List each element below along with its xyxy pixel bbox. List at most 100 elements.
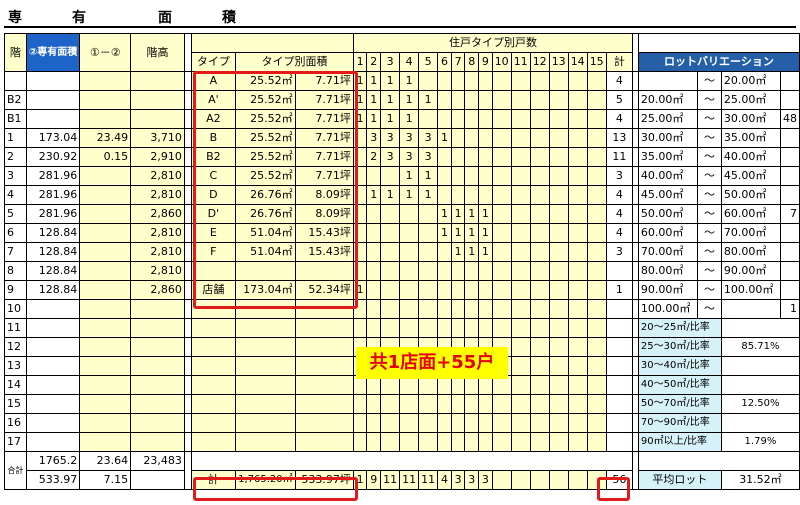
unit-count-cell: [510, 280, 531, 300]
unit-count-cell: [529, 147, 550, 167]
floor-height-value: [130, 375, 185, 395]
type-total: [605, 261, 634, 281]
title-char: 積: [222, 10, 236, 26]
ratio-value: [720, 318, 800, 338]
floor-height-header: 階高: [130, 33, 185, 72]
unit-count-cell: [478, 261, 493, 281]
separator-cell: [183, 242, 192, 262]
callout-label: 共1店面+55户: [356, 347, 508, 379]
difference-value: [79, 261, 132, 281]
unit-count-cell: 1: [464, 223, 480, 243]
floor-height-value: 2,810: [130, 242, 185, 262]
unit-count-cell: [491, 223, 512, 243]
unit-count-cell: [437, 261, 452, 281]
unit-count-cell: [510, 261, 531, 281]
unit-count-cell: [567, 356, 588, 376]
blank-cell: [130, 470, 185, 490]
lot-range-tilde: ～: [697, 204, 722, 224]
unit-count-cell: [450, 413, 466, 433]
type-area-header: タイプ別面積: [235, 52, 354, 72]
unit-count-cell: [548, 299, 569, 319]
unit-count-cell: [491, 71, 512, 91]
unit-count-cell: [529, 109, 550, 129]
unit-count-cell: [352, 242, 368, 262]
unit-count-cell: [548, 432, 569, 452]
unit-count-cell: [529, 204, 550, 224]
unit-count-cell: [548, 242, 569, 262]
unit-count-cell: [399, 204, 420, 224]
unit-count-cell: 1: [380, 90, 401, 110]
unit-count-cell: [437, 413, 452, 433]
unit-count-cell: [418, 223, 439, 243]
unit-count-cell: [529, 128, 550, 148]
unit-count-cell: [548, 185, 569, 205]
type-area-sqm: [235, 413, 296, 433]
difference-value: [79, 204, 132, 224]
unit-count-cell: [548, 71, 569, 91]
type-area-tsubo: 7.71坪: [294, 147, 354, 167]
separator-cell: [183, 71, 192, 91]
separator-cell: [183, 185, 192, 205]
unit-count-cell: [450, 280, 466, 300]
unit-count-cell: [437, 185, 452, 205]
exclusive-area-value: 128.84: [25, 242, 81, 262]
unit-count-cell: [510, 413, 531, 433]
floor-label: 6: [4, 223, 27, 243]
unit-count-cell: [437, 432, 452, 452]
column-number-header: 1: [352, 52, 368, 72]
unit-count-cell: [418, 204, 439, 224]
floor-height-value: 2,810: [130, 223, 185, 243]
type-area-tsubo: 52.34坪: [294, 280, 354, 300]
lot-range-count: [779, 147, 800, 167]
unit-count-cell: [450, 185, 466, 205]
unit-count-cell: 1: [437, 204, 452, 224]
type-area-sqm: [235, 432, 296, 452]
type-name: [190, 356, 237, 376]
type-total: [605, 299, 634, 319]
lot-variation-header: ロットバリエーション: [637, 52, 800, 72]
ratio-value: 12.50%: [720, 394, 800, 414]
lot-range-tilde: ～: [697, 299, 722, 319]
unit-count-cell: [464, 166, 480, 186]
column-number-header: 3: [380, 52, 401, 72]
unit-count-cell: [548, 337, 569, 357]
lot-range-tilde: ～: [697, 109, 722, 129]
type-area-tsubo: 7.71坪: [294, 90, 354, 110]
sheet-title: 専 有 面 積: [4, 6, 796, 28]
ratio-label: 50～70㎡/比率: [637, 394, 722, 414]
lot-range-count: [779, 280, 800, 300]
type-area-tsubo: 8.09坪: [294, 204, 354, 224]
lot-range-count: 1: [779, 299, 800, 319]
unit-count-cell: [510, 223, 531, 243]
unit-count-cell: [380, 299, 401, 319]
lot-range-count: [779, 71, 800, 91]
separator-cell: [183, 90, 192, 110]
column-total-cell: [491, 470, 512, 490]
column-total-cell: 3: [450, 470, 466, 490]
unit-count-cell: [478, 280, 493, 300]
exclusive-area-header: ②専有面積: [25, 33, 81, 72]
unit-count-cell: [450, 166, 466, 186]
type-name: [190, 432, 237, 452]
unit-count-cell: [478, 413, 493, 433]
lot-range-from: 90.00㎡: [637, 280, 699, 300]
column-number-header: 14: [567, 52, 588, 72]
unit-count-cell: [491, 413, 512, 433]
unit-count-cell: [586, 109, 607, 129]
unit-count-cell: 3: [380, 128, 401, 148]
unit-count-cell: [586, 413, 607, 433]
unit-count-cell: 1: [366, 185, 382, 205]
unit-count-cell: [586, 204, 607, 224]
difference-value: [79, 299, 132, 319]
table-row: B2 A' 25.52㎡ 7.71坪 1 1 1 1 1 5 20.00㎡～ 25.00㎡: [4, 90, 800, 110]
unit-count-cell: [586, 128, 607, 148]
floor-height-value: [130, 394, 185, 414]
type-area-sqm: 25.52㎡: [235, 166, 296, 186]
type-name: B: [190, 128, 237, 148]
column-number-header: 6: [437, 52, 452, 72]
unit-count-cell: [352, 128, 368, 148]
exclusive-area-value: [25, 337, 81, 357]
unit-count-cell: [380, 261, 401, 281]
lot-range-to: 50.00㎡: [720, 185, 781, 205]
type-name: D: [190, 185, 237, 205]
